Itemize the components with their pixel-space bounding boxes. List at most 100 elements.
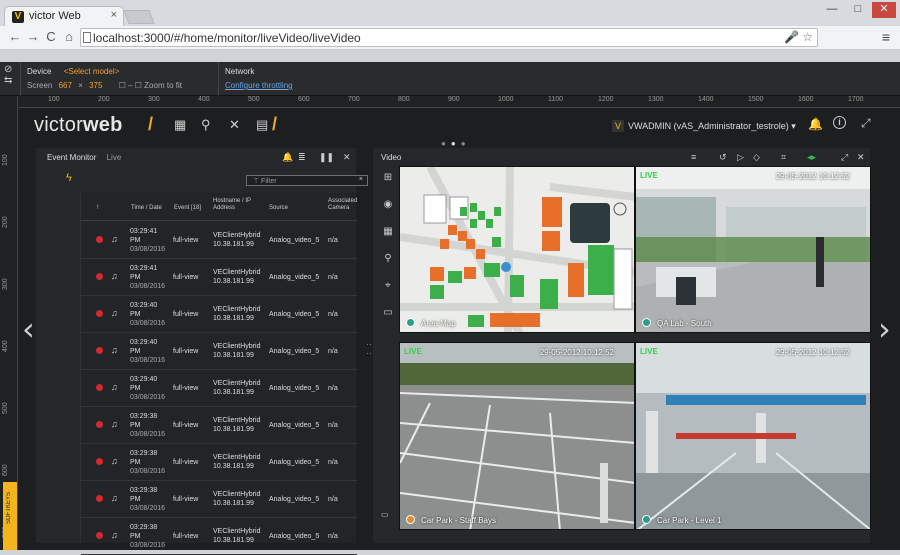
acknowledge-icon[interactable]: ♫ bbox=[111, 234, 118, 244]
lightning-icon[interactable]: ϟ bbox=[66, 172, 72, 184]
ruler-tick: 1000 bbox=[498, 96, 514, 103]
table-row[interactable]: ♫ 03:29:40 PM 03/08/2016 full-view VEClientHy… bbox=[81, 296, 357, 333]
grid-layout-icon[interactable]: ⊞ bbox=[381, 172, 395, 199]
acknowledge-icon[interactable]: ♫ bbox=[111, 493, 118, 503]
crop-icon[interactable]: ⌗ bbox=[781, 152, 786, 163]
event-host: VEClientHybrid 10.38.181.99 bbox=[213, 380, 261, 396]
browser-menu-icon[interactable]: ≡ bbox=[882, 29, 890, 45]
col-source[interactable]: Source bbox=[269, 205, 288, 211]
screen-width[interactable]: 667 bbox=[59, 81, 72, 90]
device-select[interactable]: <Select model> bbox=[64, 67, 120, 76]
keyboard-icon[interactable]: ▭ bbox=[381, 510, 389, 537]
table-row[interactable]: ♫ 03:29:38 PM 03/08/2016 full-view VEClientHy… bbox=[81, 518, 357, 555]
pause-icon[interactable]: ❚❚ bbox=[319, 152, 334, 163]
acknowledge-icon[interactable]: ♫ bbox=[111, 456, 118, 466]
refresh-icon[interactable]: ↺ bbox=[719, 152, 727, 163]
col-time[interactable]: Time / Date bbox=[131, 205, 162, 211]
previous-page-arrow-icon[interactable]: ‹ bbox=[22, 310, 35, 348]
acknowledge-icon[interactable]: ♫ bbox=[111, 530, 118, 540]
col-camera[interactable]: Associated Camera bbox=[328, 198, 358, 212]
ruler-tick: 300 bbox=[148, 96, 160, 103]
maximize-button[interactable]: □ bbox=[846, 2, 870, 18]
ptz-icon[interactable]: ⌖ bbox=[381, 280, 395, 307]
tools-icon[interactable]: ✕ bbox=[229, 117, 240, 133]
event-host: VEClientHybrid 10.38.181.99 bbox=[213, 528, 261, 544]
alarm-dot-icon bbox=[96, 421, 103, 428]
configure-throttling-link[interactable]: Configure throttling bbox=[225, 81, 293, 90]
event-table: ! Time / Date Event [18] Hostname / IP A… bbox=[80, 193, 358, 555]
acknowledge-icon[interactable]: ♫ bbox=[111, 271, 118, 281]
address-bar[interactable]: localhost:3000/#/home/monitor/liveVideo/… bbox=[80, 28, 818, 47]
event-monitor-mode[interactable]: Live bbox=[107, 153, 122, 162]
ruler-tick: 1200 bbox=[598, 96, 614, 103]
event-host: VEClientHybrid 10.38.181.99 bbox=[213, 417, 261, 433]
event-source: Analog_video_5 bbox=[269, 422, 320, 429]
logo-slash-icon: / bbox=[148, 114, 154, 134]
table-row[interactable]: ♫ 03:29:38 PM 03/08/2016 full-view VEClientHy… bbox=[81, 481, 357, 518]
report-icon[interactable]: ▤ bbox=[256, 117, 268, 133]
layout-list-icon[interactable]: ≡ bbox=[691, 152, 696, 162]
video-tile-car-park-staff[interactable]: LIVE 29-05-2012 10:12:52 Car Park - Staf… bbox=[399, 342, 635, 530]
acknowledge-icon[interactable]: ♫ bbox=[111, 382, 118, 392]
acknowledge-icon[interactable]: ♫ bbox=[111, 308, 118, 318]
video-tile-area-map[interactable]: Area Map bbox=[399, 166, 635, 333]
notification-bell-icon[interactable]: 🔔 bbox=[808, 117, 823, 131]
layout-grid-icon[interactable]: ▦ bbox=[174, 117, 186, 133]
info-icon[interactable]: i bbox=[833, 116, 846, 129]
new-tab-button[interactable] bbox=[123, 10, 155, 24]
video-tile-car-park-level-1[interactable]: LIVE 29-05-2012 10:12:52 Car Park - Leve… bbox=[635, 342, 871, 530]
alarm-dot-icon bbox=[96, 384, 103, 391]
table-row[interactable]: ♫ 03:29:40 PM 03/08/2016 full-view VEClientHy… bbox=[81, 370, 357, 407]
panel-close-icon[interactable]: ✕ bbox=[343, 152, 351, 163]
mic-star-icon[interactable]: 🎤 ☆ bbox=[784, 30, 813, 44]
alarm-dot-icon bbox=[96, 273, 103, 280]
close-window-button[interactable]: ✕ bbox=[872, 2, 896, 18]
eraser-icon[interactable]: ◇ bbox=[753, 152, 760, 163]
video-header: Video ≡ ↺ ▷ ◇ ⌗ ◂▸ ⤢ ✕ bbox=[373, 148, 870, 166]
next-page-arrow-icon[interactable]: › bbox=[878, 310, 891, 348]
filter-input[interactable]: ⊤ Filter × bbox=[246, 175, 368, 186]
table-row[interactable]: ♫ 03:29:40 PM 03/08/2016 full-view VEClientHy… bbox=[81, 333, 357, 370]
tile-label: Area Map bbox=[406, 318, 456, 328]
alarm-bell-icon[interactable]: 🔔 bbox=[282, 152, 293, 163]
back-button[interactable]: ← bbox=[6, 29, 24, 44]
record-icon[interactable]: ◉ bbox=[381, 199, 395, 226]
ruler-tick: 700 bbox=[348, 96, 360, 103]
tab-close-icon[interactable]: × bbox=[111, 9, 117, 21]
col-host[interactable]: Hostname / IP Address bbox=[213, 198, 267, 212]
user-menu[interactable]: V VWADMIN (vAS_Administrator_testrole) ▾ bbox=[612, 120, 796, 132]
map-pin-icon[interactable]: ⚲ bbox=[381, 253, 395, 280]
browser-tab[interactable]: V victor Web × bbox=[4, 6, 124, 26]
reload-button[interactable]: C bbox=[42, 29, 60, 44]
col-event[interactable]: Event [18] bbox=[174, 205, 201, 211]
acknowledge-icon[interactable]: ♫ bbox=[111, 419, 118, 429]
table-row[interactable]: ♫ 03:29:41 PM 03/08/2016 full-view VEClientHy… bbox=[81, 222, 357, 259]
page-dots[interactable]: ●●● bbox=[441, 139, 471, 148]
stream-icon[interactable]: ◂▸ bbox=[807, 152, 816, 163]
device-label: Device bbox=[27, 67, 52, 76]
list-icon[interactable]: ≣ bbox=[298, 152, 306, 163]
zoom-to-fit-checkbox[interactable]: ☐ – ☐ bbox=[119, 81, 142, 90]
monitor-icon[interactable]: ▭ bbox=[381, 307, 395, 334]
salvo-icon[interactable]: ▦ bbox=[381, 226, 395, 253]
event-source: Analog_video_5 bbox=[269, 459, 320, 466]
video-close-icon[interactable]: ✕ bbox=[857, 152, 865, 163]
screen-height[interactable]: 375 bbox=[89, 81, 102, 90]
table-row[interactable]: ♫ 03:29:38 PM 03/08/2016 full-view VEClientHy… bbox=[81, 444, 357, 481]
search-icon[interactable]: ⚲ bbox=[201, 117, 211, 133]
softkeys-tab[interactable]: SOFTKEYS bbox=[3, 482, 17, 550]
play-icon[interactable]: ▷ bbox=[737, 152, 744, 163]
video-tile-qa-lab[interactable]: LIVE 29-05-2012 10:12:52 QA Lab - South bbox=[635, 166, 871, 333]
col-severity[interactable]: ! bbox=[97, 205, 99, 211]
fullscreen-icon[interactable]: ⤢ bbox=[861, 116, 871, 131]
device-mode-icon[interactable]: ⊘ ⇆ bbox=[4, 64, 18, 86]
filter-clear-icon[interactable]: × bbox=[359, 176, 363, 183]
home-button[interactable]: ⌂ bbox=[60, 29, 78, 44]
video-fullscreen-icon[interactable]: ⤢ bbox=[841, 152, 848, 163]
table-row[interactable]: ♫ 03:29:41 PM 03/08/2016 full-view VEClientHy… bbox=[81, 259, 357, 296]
table-row[interactable]: ♫ 03:29:38 PM 03/08/2016 full-view VEClientHy… bbox=[81, 407, 357, 444]
acknowledge-icon[interactable]: ♫ bbox=[111, 345, 118, 355]
minimize-button[interactable]: — bbox=[820, 2, 844, 18]
forward-button[interactable]: → bbox=[24, 29, 42, 44]
browser-toolbar: ← → C ⌂ localhost:3000/#/home/monitor/li… bbox=[0, 26, 900, 50]
